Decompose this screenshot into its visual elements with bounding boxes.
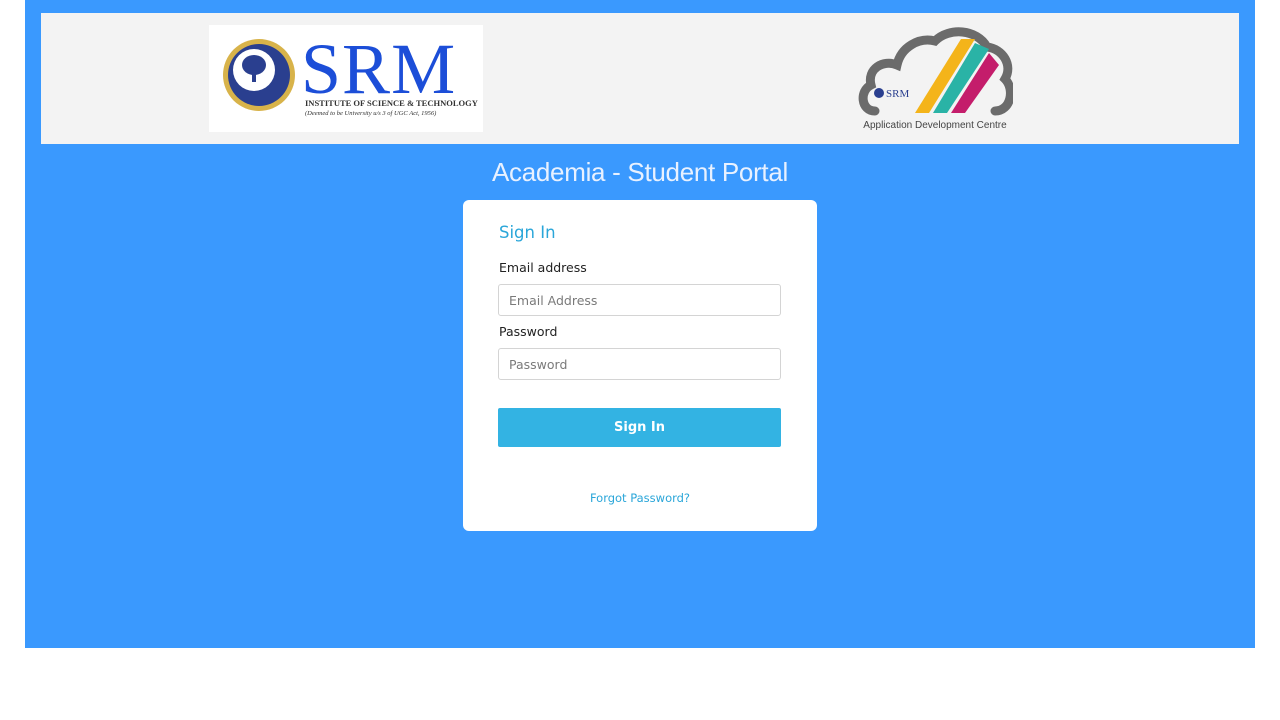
password-label: Password (499, 324, 558, 339)
signin-card: Sign In Email address Password Sign In F… (463, 200, 817, 531)
email-field[interactable] (498, 284, 781, 316)
srm-seal-icon (223, 39, 295, 111)
forgot-password-link[interactable]: Forgot Password? (463, 491, 817, 505)
signin-button[interactable]: Sign In (498, 408, 781, 447)
srm-deemed-line: (Deemed to be University u/s 3 of UGC Ac… (305, 110, 437, 117)
email-label: Email address (499, 260, 587, 275)
adc-caption: Application Development Centre (863, 120, 1007, 131)
adc-logo: SRM Application Development Centre (857, 25, 1013, 135)
page-frame: SRM INSTITUTE OF SCIENCE & TECHNOLOGY (D… (25, 0, 1255, 648)
srm-wordmark: SRM (301, 29, 457, 109)
srm-logo: SRM INSTITUTE OF SCIENCE & TECHNOLOGY (D… (209, 25, 483, 132)
password-field[interactable] (498, 348, 781, 380)
signin-title: Sign In (499, 223, 556, 242)
adc-cloud-icon: SRM (858, 27, 1013, 116)
adc-badge-text: SRM (886, 88, 909, 100)
header-band: SRM INSTITUTE OF SCIENCE & TECHNOLOGY (D… (41, 13, 1239, 144)
page-title: Academia - Student Portal (492, 157, 788, 187)
srm-institute-line: INSTITUTE OF SCIENCE & TECHNOLOGY (305, 98, 478, 108)
